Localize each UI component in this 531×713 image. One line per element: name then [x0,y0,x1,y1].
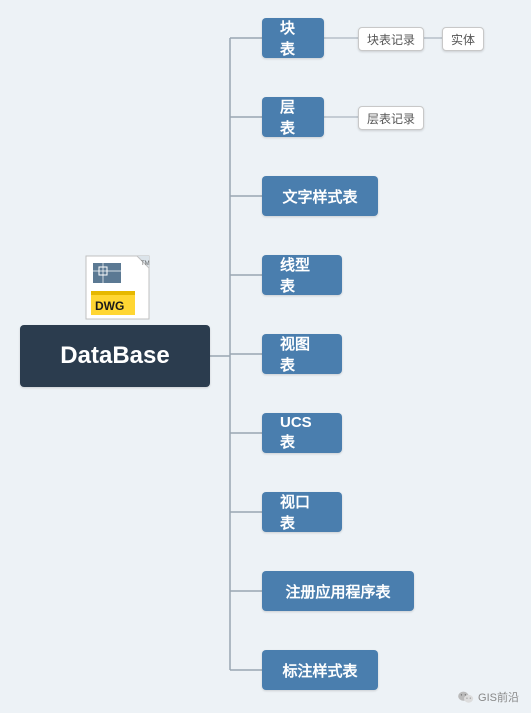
watermark: GIS前沿 [458,689,519,705]
root-label: DataBase [60,342,169,370]
root-database-node[interactable]: DataBase [20,325,210,387]
child-layer-table[interactable]: 层表 [262,97,324,137]
tm-label: TM [141,261,150,267]
leaf-entity[interactable]: 实体 [442,27,484,51]
child-regapp-table[interactable]: 注册应用程序表 [262,571,414,611]
child-block-table[interactable]: 块表 [262,18,324,58]
leaf-label: 层表记录 [367,110,415,127]
child-textstyle-table[interactable]: 文字样式表 [262,176,378,216]
diagram-canvas: TM DWG DataBase 块表 层表 文字样式表 线型表 视图表 UCS表… [0,0,531,713]
dwg-file-icon: TM DWG [85,255,150,320]
leaf-block-record[interactable]: 块表记录 [358,27,424,51]
leaf-label: 块表记录 [367,31,415,48]
child-viewport-table[interactable]: 视口表 [262,492,342,532]
dwg-label: DWG [95,299,124,313]
child-label: 视口表 [280,491,324,533]
child-view-table[interactable]: 视图表 [262,334,342,374]
child-linetype-table[interactable]: 线型表 [262,255,342,295]
leaf-label: 实体 [451,31,475,48]
child-label: 注册应用程序表 [285,581,390,602]
child-dimstyle-table[interactable]: 标注样式表 [262,650,378,690]
leaf-layer-record[interactable]: 层表记录 [358,106,424,130]
watermark-label: GIS前沿 [478,689,519,705]
child-label: 线型表 [280,254,324,296]
child-label: UCS表 [280,414,324,452]
child-label: 块表 [280,17,306,59]
child-label: 文字样式表 [282,186,357,207]
child-label: 视图表 [280,333,324,375]
child-label: 标注样式表 [282,660,357,681]
child-ucs-table[interactable]: UCS表 [262,413,342,453]
child-label: 层表 [280,96,306,138]
wechat-icon [458,691,474,704]
